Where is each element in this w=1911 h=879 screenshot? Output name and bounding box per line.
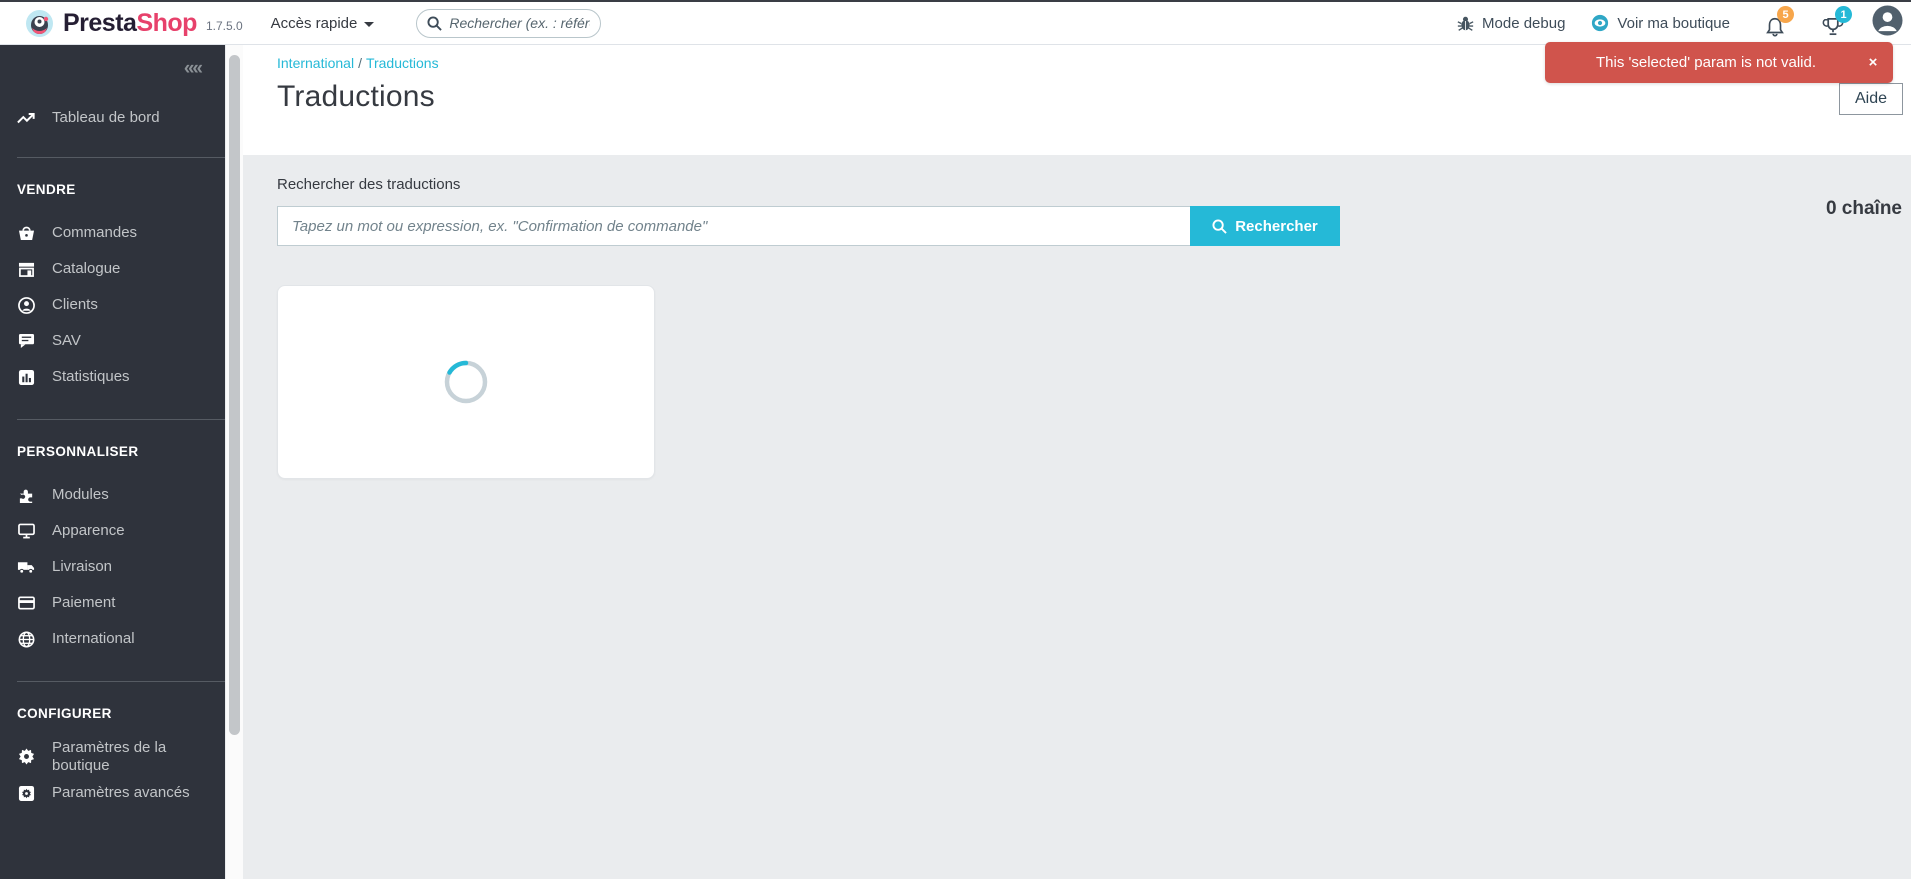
user-avatar[interactable] [1872, 5, 1903, 41]
string-count: 0 chaîne [1825, 198, 1902, 219]
chat-bubble-icon [17, 333, 35, 349]
sidebar-item-payment[interactable]: Paiement [0, 585, 225, 621]
sidebar-item-label: International [52, 630, 135, 647]
sidebar-item-label: Catalogue [52, 260, 121, 277]
breadcrumb-separator: / [358, 55, 362, 71]
gear-square-icon [17, 785, 35, 802]
topbar-search[interactable] [416, 8, 602, 38]
loading-card [277, 285, 655, 479]
topbar-right: Mode debug Voir ma boutique 5 1 [1457, 5, 1903, 41]
sidebar-item-label: Paramètres de la boutique [52, 739, 167, 774]
notification-badge: 5 [1777, 6, 1794, 23]
sidebar-item-label: Statistiques [52, 368, 130, 385]
view-shop-label: Voir ma boutique [1617, 14, 1730, 32]
basket-icon [17, 225, 35, 241]
sidebar-scrollbar-thumb[interactable] [229, 55, 240, 735]
error-toast: This 'selected' param is not valid. × [1545, 42, 1893, 83]
sidebar-item-modules[interactable]: Modules [0, 477, 225, 513]
sidebar-section-configure: CONFIGURER [17, 706, 112, 721]
eye-icon [1592, 14, 1609, 32]
achievements-button[interactable]: 1 [1820, 6, 1852, 38]
sidebar-item-shop-parameters[interactable]: Paramètres de la boutique [0, 739, 225, 775]
help-button[interactable]: Aide [1838, 83, 1903, 115]
debug-mode-label: Mode debug [1482, 14, 1566, 32]
translations-search-panel: Rechercher des traductions Rechercher 0 … [243, 155, 1911, 246]
topbar: PrestaShop 1.7.5.0 Accès rapide Recherch… [0, 0, 1911, 45]
main-content: International / Traductions Traductions Ai… [243, 45, 1911, 879]
loading-spinner-icon [444, 360, 488, 404]
debug-mode-link[interactable]: Mode debug [1457, 15, 1565, 32]
sidebar-item-shipping[interactable]: Livraison [0, 549, 225, 585]
sidebar-item-international[interactable]: International [0, 621, 225, 657]
translation-search-input[interactable] [277, 206, 1190, 246]
search-icon [1212, 218, 1227, 234]
sidebar-item-label: Paiement [52, 594, 116, 611]
sidebar-item-design[interactable]: Apparence [0, 513, 225, 549]
sidebar-item-catalog[interactable]: Catalogue [0, 251, 225, 287]
sidebar-item-label: Apparence [52, 522, 125, 539]
sidebar-item-label: Livraison [52, 558, 113, 575]
sidebar-item-dashboard[interactable]: Tableau de bord [0, 103, 225, 133]
close-icon[interactable]: × [1853, 54, 1893, 71]
store-icon [17, 261, 35, 277]
view-shop-link[interactable]: Voir ma boutique [1591, 14, 1730, 32]
bug-icon [1457, 16, 1474, 31]
page-title: Traductions [277, 80, 435, 113]
credit-card-icon [17, 596, 35, 610]
sidebar-item-advanced-parameters[interactable]: Paramètres avancés [0, 775, 225, 811]
notifications-button[interactable]: 5 [1762, 6, 1794, 38]
error-toast-message: This 'selected' param is not valid. [1596, 54, 1816, 71]
sidebar-item-label: Tableau de bord [52, 109, 160, 126]
person-circle-icon [17, 296, 35, 314]
version-label: 1.7.5.0 [205, 19, 243, 33]
sidebar-item-label: Clients [52, 296, 98, 313]
sidebar-section-sell: VENDRE [17, 182, 76, 197]
bar-chart-icon [17, 369, 35, 386]
prestashop-logo[interactable]: PrestaShop 1.7.5.0 [26, 9, 243, 38]
puzzle-icon [17, 487, 35, 504]
sidebar-item-stats[interactable]: Statistiques [0, 359, 225, 395]
sidebar-item-label: Modules [52, 486, 109, 503]
sidebar-collapse-button[interactable]: «« [184, 58, 203, 79]
sidebar-item-customers[interactable]: Clients [0, 287, 225, 323]
gear-icon [17, 748, 35, 765]
quick-access-dropdown[interactable]: Accès rapide [271, 15, 375, 32]
sidebar-item-label: Commandes [52, 224, 138, 241]
sidebar-section-improve: PERSONNALISER [17, 444, 139, 459]
breadcrumb-translations[interactable]: Traductions [366, 55, 439, 71]
monitor-icon [17, 523, 35, 539]
sidebar-item-orders[interactable]: Commandes [0, 215, 225, 251]
truck-icon [17, 560, 35, 574]
prestashop-mascot-icon [26, 9, 53, 37]
trending-up-icon [17, 111, 35, 125]
achievements-badge: 1 [1835, 6, 1852, 23]
chevron-down-icon [364, 21, 375, 27]
avatar-icon [1872, 5, 1903, 36]
search-button[interactable]: Rechercher [1190, 206, 1340, 246]
sidebar-item-label: SAV [52, 332, 81, 349]
sidebar-scrollbar-track[interactable] [226, 45, 243, 879]
search-button-label: Rechercher [1235, 217, 1318, 235]
breadcrumb-international[interactable]: International [277, 55, 354, 71]
globe-icon [17, 631, 35, 648]
sidebar-item-label: Paramètres avancés [52, 784, 190, 801]
sidebar-item-customer-service[interactable]: SAV [0, 323, 225, 359]
brand-wordmark: PrestaShop [63, 8, 197, 37]
topbar-search-input[interactable] [449, 15, 591, 31]
search-icon [427, 15, 443, 31]
sidebar: «« Tableau de bord VENDRE Commandes Cata… [0, 45, 225, 879]
search-panel-label: Rechercher des traductions [277, 176, 461, 193]
